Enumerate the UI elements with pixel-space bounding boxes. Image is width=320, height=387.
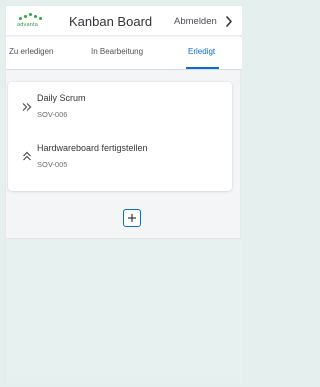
advanta-logo: advanta [17, 12, 44, 31]
tab-erledigt[interactable]: Erledigt [188, 47, 215, 56]
task-name: Daily Scrum [37, 93, 86, 103]
app-header: advanta Kanban Board Abmelden [6, 6, 242, 36]
tab-bar: Zu erledigen In Bearbeitung Erledigt [6, 37, 242, 70]
chevron-right-icon[interactable] [225, 16, 233, 27]
task-list-card: Daily Scrum SOV-006 Hardwareboard fertig… [8, 82, 232, 191]
task-name: Hardwareboard fertigstellen [37, 143, 148, 153]
logo-dots [18, 12, 44, 21]
double-chevron-right-icon [22, 103, 32, 111]
task-item[interactable]: Daily Scrum SOV-006 [8, 88, 232, 132]
task-id: SOV-005 [37, 160, 68, 169]
logo-text: advanta [17, 22, 38, 28]
kanban-app: advanta Kanban Board Abmelden Zu erledig… [5, 5, 242, 383]
logout-button[interactable]: Abmelden [174, 16, 217, 27]
empty-area [6, 239, 242, 383]
double-chevron-up-icon [23, 151, 31, 161]
task-item[interactable]: Hardwareboard fertigstellen SOV-005 [8, 138, 232, 182]
plus-icon [128, 214, 136, 222]
task-id: SOV-006 [37, 110, 68, 119]
add-task-button[interactable] [123, 209, 141, 227]
active-tab-indicator [186, 67, 219, 69]
page-title: Kanban Board [69, 14, 153, 29]
tab-in-bearbeitung[interactable]: In Bearbeitung [91, 47, 143, 56]
tab-zu-erledigen[interactable]: Zu erledigen [9, 47, 53, 56]
